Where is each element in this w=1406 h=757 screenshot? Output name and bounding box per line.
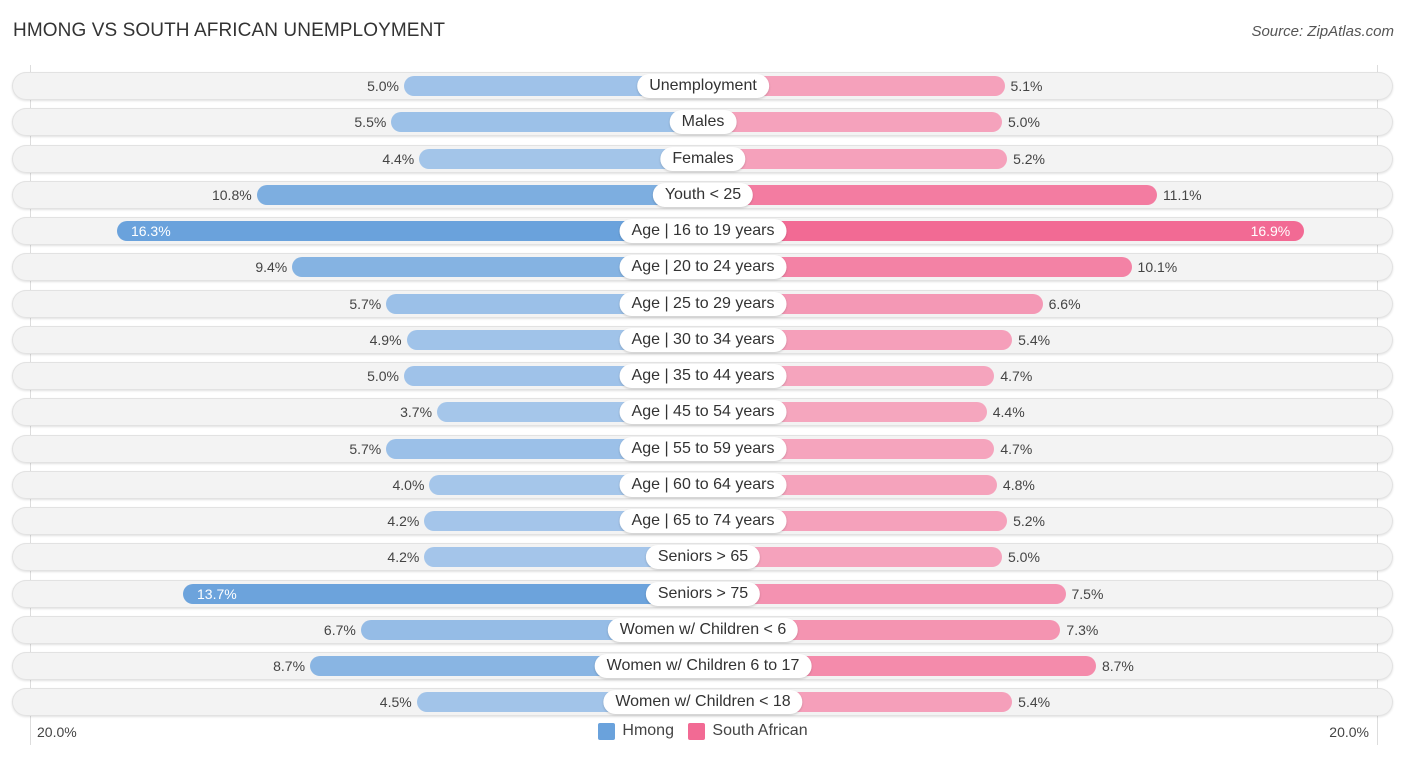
category-label: Age | 20 to 24 years	[619, 255, 787, 280]
value-label-hmong: 9.4%	[255, 259, 288, 276]
value-label-hmong: 5.7%	[349, 295, 382, 312]
bar-south-african[interactable]	[703, 112, 1002, 133]
bar-south-african[interactable]	[703, 148, 1008, 169]
legend-swatch-hmong	[598, 722, 616, 740]
category-label: Women w/ Children < 18	[603, 690, 803, 715]
category-label: Age | 16 to 19 years	[619, 219, 787, 243]
value-label-south-african: 5.0%	[1008, 549, 1040, 566]
value-label-hmong: 4.2%	[387, 549, 420, 566]
value-label-hmong: 4.5%	[379, 694, 412, 711]
value-label-south-african: 5.4%	[1018, 331, 1051, 348]
bar-hmong[interactable]	[183, 583, 703, 604]
bar-hmong[interactable]	[256, 184, 703, 205]
value-label-hmong: 16.3%	[130, 223, 171, 239]
category-label: Age | 25 to 29 years	[619, 291, 787, 316]
value-label-hmong: 8.7%	[273, 658, 306, 674]
category-label: Youth < 25	[652, 182, 754, 207]
legend-item-south-african[interactable]: South African	[688, 722, 808, 740]
category-label: Seniors > 65	[645, 545, 761, 570]
category-label: Women w/ Children 6 to 17	[594, 654, 812, 678]
legend-swatch-south-african	[688, 722, 706, 740]
bar-south-african[interactable]	[703, 221, 1305, 241]
value-label-south-african: 10.1%	[1137, 259, 1178, 276]
chart-title: HMONG VS SOUTH AFRICAN UNEMPLOYMENT	[13, 20, 446, 41]
value-label-south-african: 4.7%	[1000, 368, 1033, 384]
category-label: Age | 30 to 34 years	[619, 327, 787, 352]
value-label-hmong: 4.4%	[382, 150, 415, 167]
value-label-south-african: 5.2%	[1013, 150, 1045, 167]
value-label-south-african: 16.9%	[1250, 223, 1291, 239]
value-label-south-african: 7.3%	[1066, 621, 1099, 638]
value-label-south-african: 4.8%	[1002, 476, 1035, 493]
value-label-hmong: 5.5%	[354, 114, 387, 131]
value-label-hmong: 5.7%	[349, 440, 382, 457]
value-label-south-african: 5.0%	[1008, 114, 1040, 131]
source-credit: Source: ZipAtlas.com	[1251, 23, 1394, 40]
legend-item-hmong[interactable]: Hmong	[598, 722, 674, 740]
legend-label-hmong: Hmong	[622, 722, 674, 739]
value-label-south-african: 5.1%	[1010, 78, 1043, 94]
category-label: Age | 45 to 54 years	[619, 400, 787, 425]
category-label: Age | 35 to 44 years	[619, 364, 787, 388]
value-label-hmong: 5.0%	[367, 368, 399, 384]
bar-hmong[interactable]	[391, 112, 703, 133]
value-label-hmong: 4.9%	[369, 331, 402, 348]
bar-south-african[interactable]	[703, 184, 1157, 205]
value-label-hmong: 4.2%	[387, 513, 420, 529]
value-label-south-african: 5.4%	[1018, 694, 1051, 711]
value-label-hmong: 6.7%	[323, 621, 356, 638]
bar-hmong[interactable]	[116, 221, 703, 241]
category-label: Seniors > 75	[645, 581, 761, 606]
category-label: Unemployment	[637, 74, 769, 98]
value-label-south-african: 4.4%	[992, 404, 1025, 421]
legend: Hmong South African	[0, 722, 1406, 745]
category-label: Males	[669, 110, 737, 135]
value-label-south-african: 5.2%	[1013, 513, 1045, 529]
category-label: Age | 60 to 64 years	[619, 472, 787, 497]
value-label-south-african: 4.7%	[1000, 440, 1033, 457]
category-label: Age | 55 to 59 years	[619, 436, 787, 461]
category-label: Age | 65 to 74 years	[619, 509, 787, 533]
category-label: Women w/ Children < 6	[607, 617, 799, 642]
value-label-south-african: 7.5%	[1071, 585, 1104, 602]
value-label-hmong: 5.0%	[367, 78, 399, 94]
category-label: Females	[660, 146, 746, 171]
value-label-hmong: 13.7%	[197, 585, 237, 602]
value-label-south-african: 8.7%	[1101, 658, 1134, 674]
value-label-south-african: 11.1%	[1162, 186, 1202, 203]
value-label-hmong: 4.0%	[392, 476, 425, 493]
legend-label-south-african: South African	[712, 722, 808, 739]
value-label-hmong: 10.8%	[211, 186, 252, 203]
value-label-hmong: 3.7%	[400, 404, 433, 421]
value-label-south-african: 6.6%	[1048, 295, 1081, 312]
